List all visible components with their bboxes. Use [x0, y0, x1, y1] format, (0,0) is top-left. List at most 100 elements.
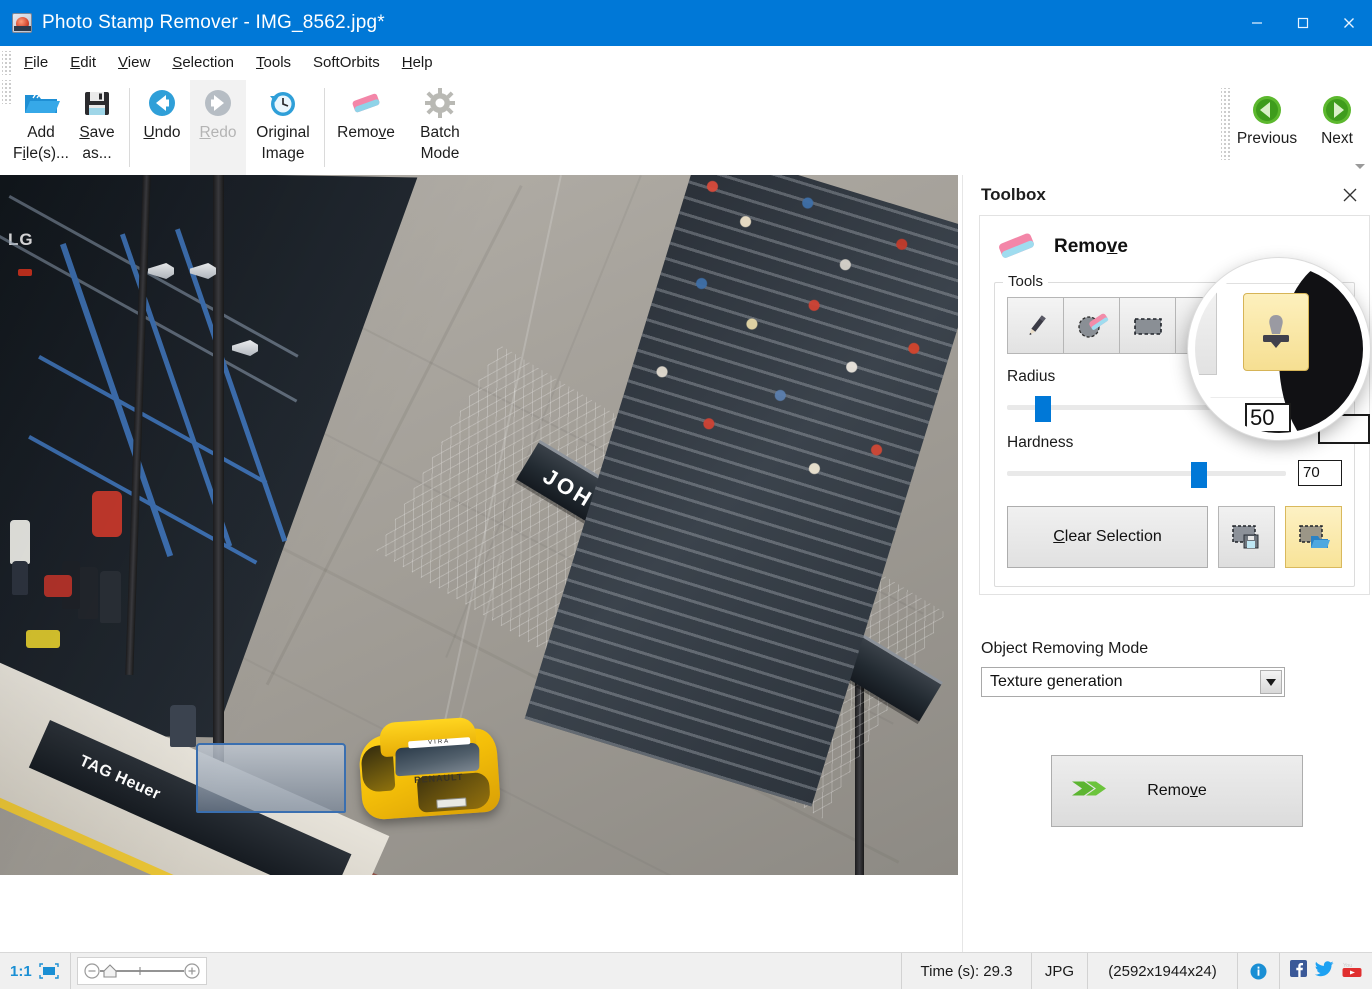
eraser-icon	[994, 230, 1040, 264]
marshal-2	[100, 571, 121, 623]
hardness-slider-thumb[interactable]	[1191, 462, 1208, 488]
twitter-icon[interactable]	[1314, 960, 1334, 982]
original-image-label-line2: Image	[261, 145, 305, 162]
image-canvas[interactable]: LG JOHNNIE WALKER	[0, 175, 958, 952]
menu-bar: File Edit View Selection Tools SoftOrbit…	[0, 46, 1372, 80]
remove-action-button[interactable]: Remove	[1051, 755, 1303, 827]
original-image-label-line1: Original	[256, 124, 310, 141]
magnified-radius-value: 50	[1245, 403, 1291, 433]
red-hose-reel	[92, 491, 122, 537]
chevron-down-icon[interactable]	[1260, 670, 1282, 694]
undo-label: Undo	[143, 124, 181, 141]
menu-view[interactable]: View	[107, 50, 161, 76]
title-bar: Photo Stamp Remover - IMG_8562.jpg*	[0, 0, 1372, 46]
nav-grip-handle[interactable]	[1221, 88, 1230, 160]
window-controls	[1234, 0, 1372, 46]
original-image-button[interactable]: Original Image	[246, 80, 320, 175]
image-format-label: JPG	[1032, 953, 1088, 989]
save-as-label-line2: as...	[82, 145, 112, 162]
eraser-tool-button[interactable]	[1063, 297, 1120, 354]
rectangle-selection-tool-button[interactable]	[1119, 297, 1176, 354]
batch-mode-button[interactable]: Batch Mode	[403, 80, 477, 175]
floppy-disk-icon	[81, 84, 113, 122]
redo-label: Redo	[199, 124, 237, 141]
red-light-marker	[18, 269, 32, 276]
toolbar-navigation-group: Previous Next	[1219, 80, 1372, 175]
object-removing-mode-select[interactable]: Texture generation	[981, 667, 1285, 697]
application-window: Photo Stamp Remover - IMG_8562.jpg* File…	[0, 0, 1372, 989]
toolbar-divider-1	[129, 88, 130, 167]
redo-arrow-icon	[201, 84, 235, 122]
bicycle	[26, 630, 60, 648]
menu-edit[interactable]: Edit	[59, 50, 107, 76]
save-selection-button[interactable]	[1218, 506, 1275, 568]
next-button[interactable]: Next	[1302, 80, 1372, 175]
remove-toolbar-button[interactable]: Remove	[329, 80, 403, 175]
eraser-icon	[348, 84, 384, 122]
toolbox-close-icon[interactable]	[1338, 183, 1362, 207]
menu-selection[interactable]: Selection	[161, 50, 245, 76]
redo-button[interactable]: Redo	[190, 80, 246, 175]
fit-to-window-button[interactable]	[36, 953, 71, 989]
next-label: Next	[1321, 130, 1353, 147]
open-folder-icon	[22, 84, 60, 122]
previous-label: Previous	[1236, 130, 1298, 147]
hardness-slider[interactable]	[1007, 462, 1286, 488]
menu-help[interactable]: Help	[391, 50, 444, 76]
green-right-arrow-icon	[1321, 90, 1353, 130]
clock-revert-icon	[266, 84, 300, 122]
hardness-value-input[interactable]: 70	[1298, 460, 1342, 486]
main-toolbar: Add File(s)... Save as... Undo Redo Orig…	[0, 80, 1372, 175]
add-files-label-line2: File(s)...	[13, 145, 69, 162]
zoom-slider[interactable]	[76, 957, 207, 985]
processing-time-label: Time (s): 29.3	[902, 953, 1032, 989]
facebook-icon[interactable]	[1290, 960, 1307, 982]
add-files-button[interactable]: Add File(s)...	[13, 80, 69, 175]
photo-image[interactable]: LG JOHNNIE WALKER	[0, 175, 958, 875]
undo-button[interactable]: Undo	[134, 80, 190, 175]
save-as-label-line1: Save	[79, 124, 115, 141]
selection-actions-row: Clear Selection	[1007, 506, 1342, 568]
app-icon	[12, 13, 32, 33]
hardness-slider-row: 70	[1007, 460, 1342, 488]
youtube-icon[interactable]: You	[1342, 960, 1362, 983]
toolbox-title: Toolbox	[981, 185, 1046, 204]
toolbar-grip-handle[interactable]	[2, 80, 11, 104]
toolbox-header: Toolbox	[963, 175, 1372, 215]
menu-file[interactable]: File	[13, 50, 59, 76]
toolbar-divider-2	[324, 88, 325, 167]
tools-group-label: Tools	[1003, 273, 1049, 290]
maximize-button[interactable]	[1280, 0, 1326, 46]
marshal-1	[78, 567, 98, 619]
clear-selection-button[interactable]: Clear Selection	[1007, 506, 1208, 568]
marker-tool-button[interactable]	[1007, 297, 1064, 354]
zoom-ratio-button[interactable]: 1:1	[0, 953, 36, 989]
add-files-label-line1: Add	[27, 124, 55, 141]
social-links: You	[1280, 953, 1372, 989]
magnified-stamp-tool-button[interactable]	[1243, 293, 1309, 371]
undo-arrow-icon	[145, 84, 179, 122]
info-icon[interactable]	[1238, 953, 1280, 989]
remove-toolbar-label: Remove	[337, 124, 395, 141]
previous-button[interactable]: Previous	[1232, 80, 1302, 175]
object-removing-mode-label: Object Removing Mode	[981, 640, 1149, 657]
close-button[interactable]	[1326, 0, 1372, 46]
magnifier-lens: 50	[1188, 258, 1370, 440]
toolbox-mode-title: Remove	[1054, 236, 1128, 257]
radius-slider-thumb[interactable]	[1034, 396, 1051, 422]
race-car: VIRA RENAULT	[352, 709, 505, 827]
menu-grip-handle[interactable]	[2, 51, 11, 75]
window-title: Photo Stamp Remover - IMG_8562.jpg*	[42, 12, 385, 33]
green-left-arrow-icon	[1251, 90, 1283, 130]
menu-tools[interactable]: Tools	[245, 50, 302, 76]
batch-mode-label-line1: Batch	[420, 124, 460, 141]
menu-softorbits[interactable]: SoftOrbits	[302, 50, 391, 76]
load-selection-button[interactable]	[1285, 506, 1342, 568]
object-removing-mode-value: Texture generation	[990, 673, 1123, 690]
green-double-arrow-icon	[1070, 774, 1112, 809]
status-bar: 1:1 Time (s): 29.3 JPG (2592x1944x24) Yo…	[0, 952, 1372, 989]
object-removing-mode-section: Object Removing Mode Texture generation	[981, 640, 1362, 697]
minimize-button[interactable]	[1234, 0, 1280, 46]
remove-action-label: Remove	[1147, 782, 1207, 799]
save-as-button[interactable]: Save as...	[69, 80, 125, 175]
